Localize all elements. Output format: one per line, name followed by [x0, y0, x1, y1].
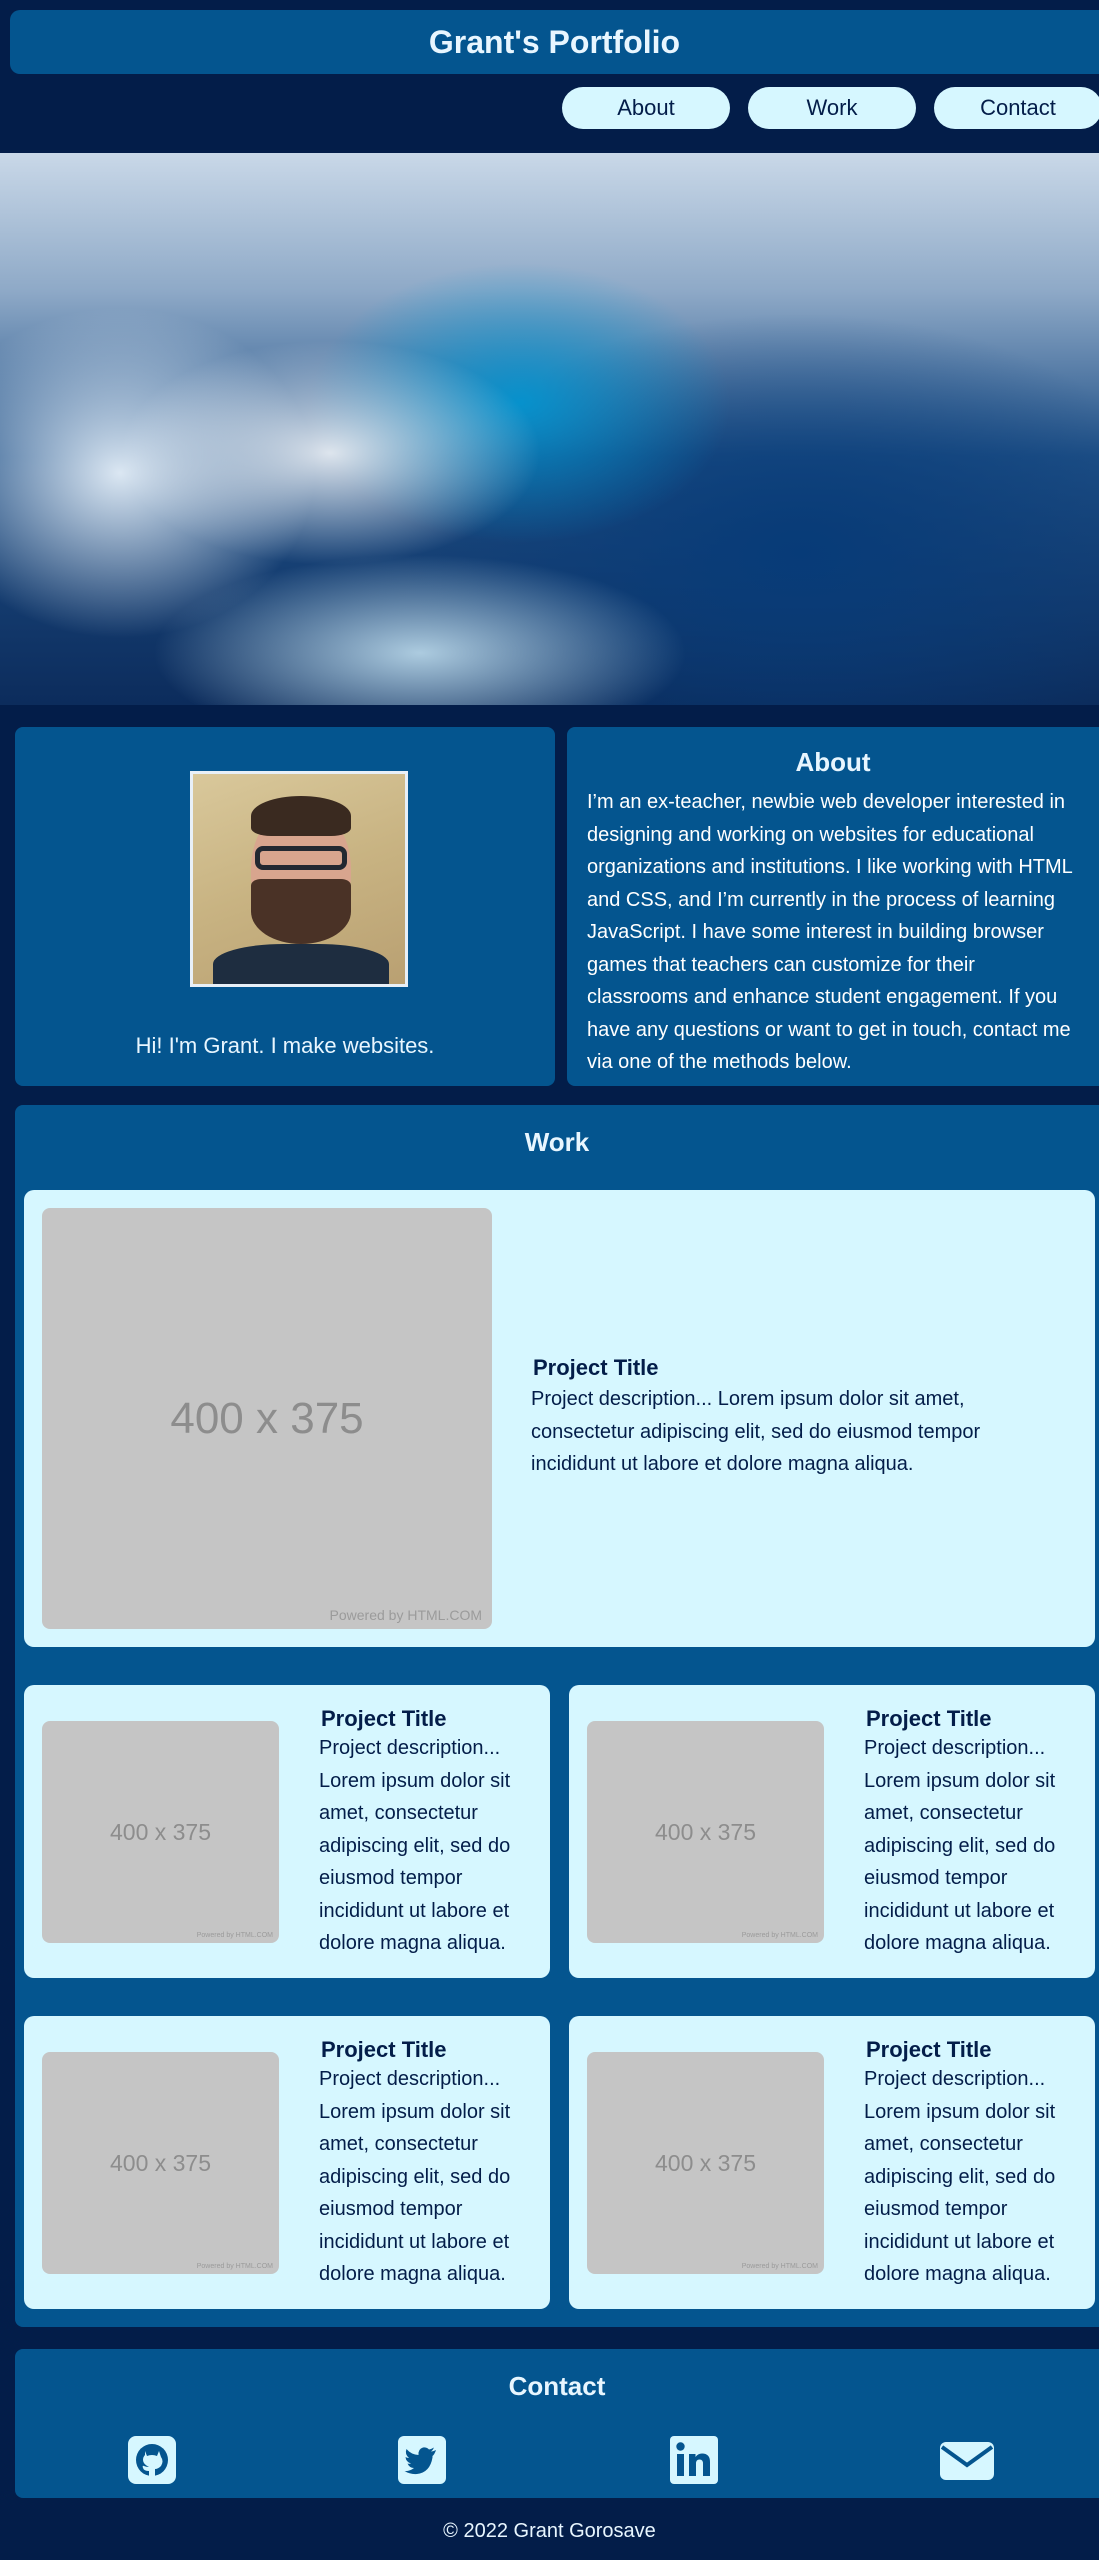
about-panel: About I’m an ex-teacher, newbie web deve… — [567, 727, 1099, 1086]
project-description: Project description... Lorem ipsum dolor… — [864, 1737, 1056, 1954]
site-title: Grant's Portfolio — [428, 23, 681, 60]
about-text: I’m an ex-teacher, newbie web developer … — [587, 791, 1073, 1073]
about-heading: About — [795, 747, 871, 777]
project-card[interactable]: 400 x 375 Powered by HTML.COM Project Ti… — [24, 1685, 550, 1978]
nav-work-button[interactable]: Work — [748, 87, 916, 129]
github-icon[interactable] — [126, 2434, 178, 2486]
project-description: Project description... Lorem ipsum dolor… — [319, 2068, 511, 2285]
project-image-placeholder: 400 x 375 Powered by HTML.COM — [587, 1721, 824, 1943]
project-image-placeholder: 400 x 375 Powered by HTML.COM — [42, 2052, 279, 2274]
avatar — [190, 771, 408, 987]
project-title: Project Title — [866, 1706, 992, 1731]
site-header: Grant's Portfolio — [10, 10, 1099, 74]
footer-copyright: © 2022 Grant Gorosave — [443, 2520, 656, 2542]
linkedin-icon[interactable] — [668, 2434, 720, 2486]
project-card-featured[interactable]: 400 x 375 Powered by HTML.COM Project Ti… — [24, 1190, 1095, 1647]
project-title: Project Title — [321, 1706, 447, 1731]
project-card[interactable]: 400 x 375 Powered by HTML.COM Project Ti… — [569, 2016, 1095, 2309]
project-image-placeholder: 400 x 375 Powered by HTML.COM — [42, 1208, 492, 1629]
contact-section: Contact — [15, 2349, 1099, 2498]
twitter-icon[interactable] — [396, 2434, 448, 2486]
project-description: Project description... Lorem ipsum dolor… — [319, 1737, 511, 1954]
work-section: Work 400 x 375 Powered by HTML.COM Proje… — [15, 1105, 1099, 2327]
project-description: Project description... Lorem ipsum dolor… — [531, 1388, 981, 1475]
contact-heading: Contact — [508, 2371, 606, 2401]
greeting-text: Hi! I'm Grant. I make websites. — [135, 1033, 435, 1058]
nav-contact-button[interactable]: Contact — [934, 87, 1099, 129]
project-title: Project Title — [533, 1355, 659, 1380]
project-card[interactable]: 400 x 375 Powered by HTML.COM Project Ti… — [569, 1685, 1095, 1978]
project-title: Project Title — [866, 2037, 992, 2062]
project-title: Project Title — [321, 2037, 447, 2062]
project-image-placeholder: 400 x 375 Powered by HTML.COM — [587, 2052, 824, 2274]
nav-about-button[interactable]: About — [562, 87, 730, 129]
project-card[interactable]: 400 x 375 Powered by HTML.COM Project Ti… — [24, 2016, 550, 2309]
work-heading: Work — [524, 1127, 590, 1157]
about-profile-panel: Hi! I'm Grant. I make websites. — [15, 727, 555, 1086]
project-image-placeholder: 400 x 375 Powered by HTML.COM — [42, 1721, 279, 1943]
hero-wave-image — [0, 153, 1099, 705]
email-icon[interactable] — [938, 2434, 996, 2486]
project-description: Project description... Lorem ipsum dolor… — [864, 2068, 1056, 2285]
